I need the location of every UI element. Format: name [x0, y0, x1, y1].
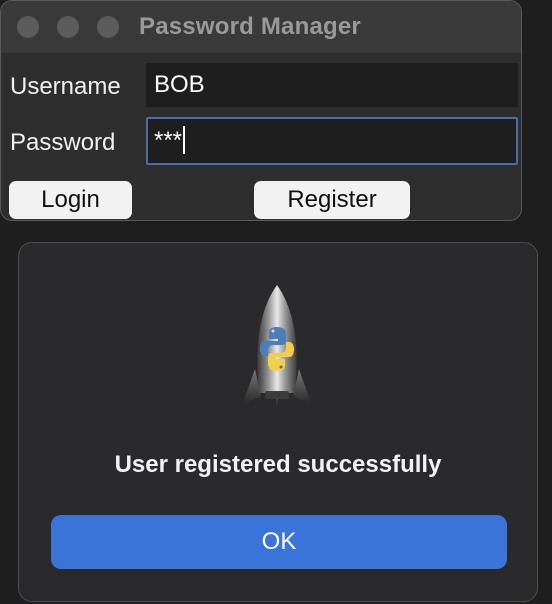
- ok-button[interactable]: OK: [51, 515, 507, 569]
- password-field[interactable]: ***: [146, 117, 518, 165]
- password-label: Password: [10, 129, 116, 156]
- username-label: Username: [10, 73, 121, 100]
- text-caret: [183, 125, 186, 154]
- zoom-window-button[interactable]: [97, 16, 119, 38]
- username-field[interactable]: BOB: [146, 63, 518, 107]
- login-button[interactable]: Login: [9, 181, 132, 219]
- alert-message: User registered successfully: [114, 451, 442, 478]
- close-window-button[interactable]: [17, 16, 39, 38]
- alert-dialog: User registered successfully OK: [18, 242, 538, 602]
- password-value: ***: [154, 127, 183, 154]
- register-button[interactable]: Register: [254, 181, 410, 219]
- username-value: BOB: [154, 71, 205, 98]
- password-manager-window: Password Manager Username BOB Password *…: [0, 0, 522, 221]
- python-rocket-icon: [243, 285, 311, 407]
- window-title: Password Manager: [139, 13, 361, 40]
- title-bar[interactable]: Password Manager: [1, 1, 521, 53]
- minimize-window-button[interactable]: [57, 16, 79, 38]
